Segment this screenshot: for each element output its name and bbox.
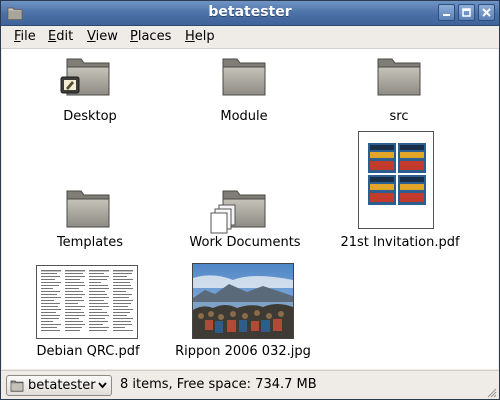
menu-file[interactable]: File: [12, 29, 38, 44]
minimize-button[interactable]: [438, 4, 455, 21]
menu-file-label: ile: [20, 29, 36, 44]
menu-places-label: laces: [137, 29, 172, 44]
documents-folder-icon: [210, 190, 266, 234]
file-label: Debian QRC.pdf: [36, 344, 140, 359]
file-item-src[interactable]: src: [347, 55, 451, 124]
rippon-photo-image: [193, 264, 293, 338]
menu-view[interactable]: View: [85, 29, 120, 44]
file-item-21st-invitation[interactable]: 21st Invitation.pdf: [332, 131, 468, 255]
file-label: 21st Invitation.pdf: [340, 235, 460, 250]
file-item-rippon-photo[interactable]: Rippon 2006 032.jpg: [172, 263, 314, 363]
menu-view-label: iew: [95, 29, 118, 44]
menu-places-mnemonic: P: [130, 29, 138, 44]
status-bar: betatester 8 items, Free space: 734.7 MB: [1, 370, 499, 399]
menu-edit-label: dit: [56, 29, 74, 44]
folder-icon: [10, 380, 24, 392]
file-label: Work Documents: [189, 235, 301, 250]
minimize-icon: [443, 14, 450, 16]
photo-thumbnail: [192, 263, 294, 339]
file-label: src: [389, 109, 409, 124]
window-title: betatester: [208, 4, 292, 20]
menu-help[interactable]: Help: [183, 29, 217, 44]
pdf-thumbnail: [36, 265, 138, 339]
file-label: Desktop: [63, 109, 117, 124]
file-item-desktop[interactable]: Desktop: [38, 55, 142, 124]
close-icon: [482, 8, 491, 17]
file-label: Templates: [56, 235, 124, 250]
file-item-work-documents[interactable]: Work Documents: [178, 187, 312, 255]
file-label: Module: [220, 109, 268, 124]
status-info: 8 items, Free space: 734.7 MB: [120, 377, 317, 392]
menu-help-label: elp: [194, 29, 215, 44]
file-item-templates[interactable]: Templates: [38, 187, 142, 255]
invitation-thumbnail-image: [368, 143, 426, 205]
file-item-module[interactable]: Module: [192, 55, 296, 124]
menu-edit[interactable]: Edit: [46, 29, 75, 44]
title-bar[interactable]: betatester: [1, 1, 499, 26]
menu-places[interactable]: Places: [128, 29, 173, 44]
pdf-thumbnail: [358, 131, 434, 229]
close-button[interactable]: [478, 4, 495, 21]
file-label: Rippon 2006 032.jpg: [175, 344, 311, 359]
chevron-down-icon: [98, 382, 107, 389]
folder-icon: [222, 58, 266, 96]
folder-icon: [377, 58, 421, 96]
maximize-icon: [462, 8, 471, 17]
icon-view[interactable]: Desktop Module src Templates Work Docume…: [2, 49, 498, 369]
desktop-folder-icon: [60, 58, 110, 96]
templates-folder-icon: [66, 190, 110, 228]
menu-bar: File Edit View Places Help: [1, 26, 499, 49]
menu-help-mnemonic: H: [185, 29, 195, 44]
file-item-debian-qrc[interactable]: Debian QRC.pdf: [24, 265, 152, 363]
location-dropdown[interactable]: betatester: [6, 375, 112, 396]
maximize-button[interactable]: [458, 4, 475, 21]
location-label: betatester: [28, 378, 96, 393]
debian-qrc-thumbnail-image: [41, 270, 133, 331]
resize-grip-icon[interactable]: [485, 386, 497, 398]
menu-edit-mnemonic: E: [48, 29, 57, 44]
file-manager-window: betatester File Edit View Places Help De…: [0, 0, 500, 400]
menu-view-mnemonic: V: [87, 29, 96, 44]
